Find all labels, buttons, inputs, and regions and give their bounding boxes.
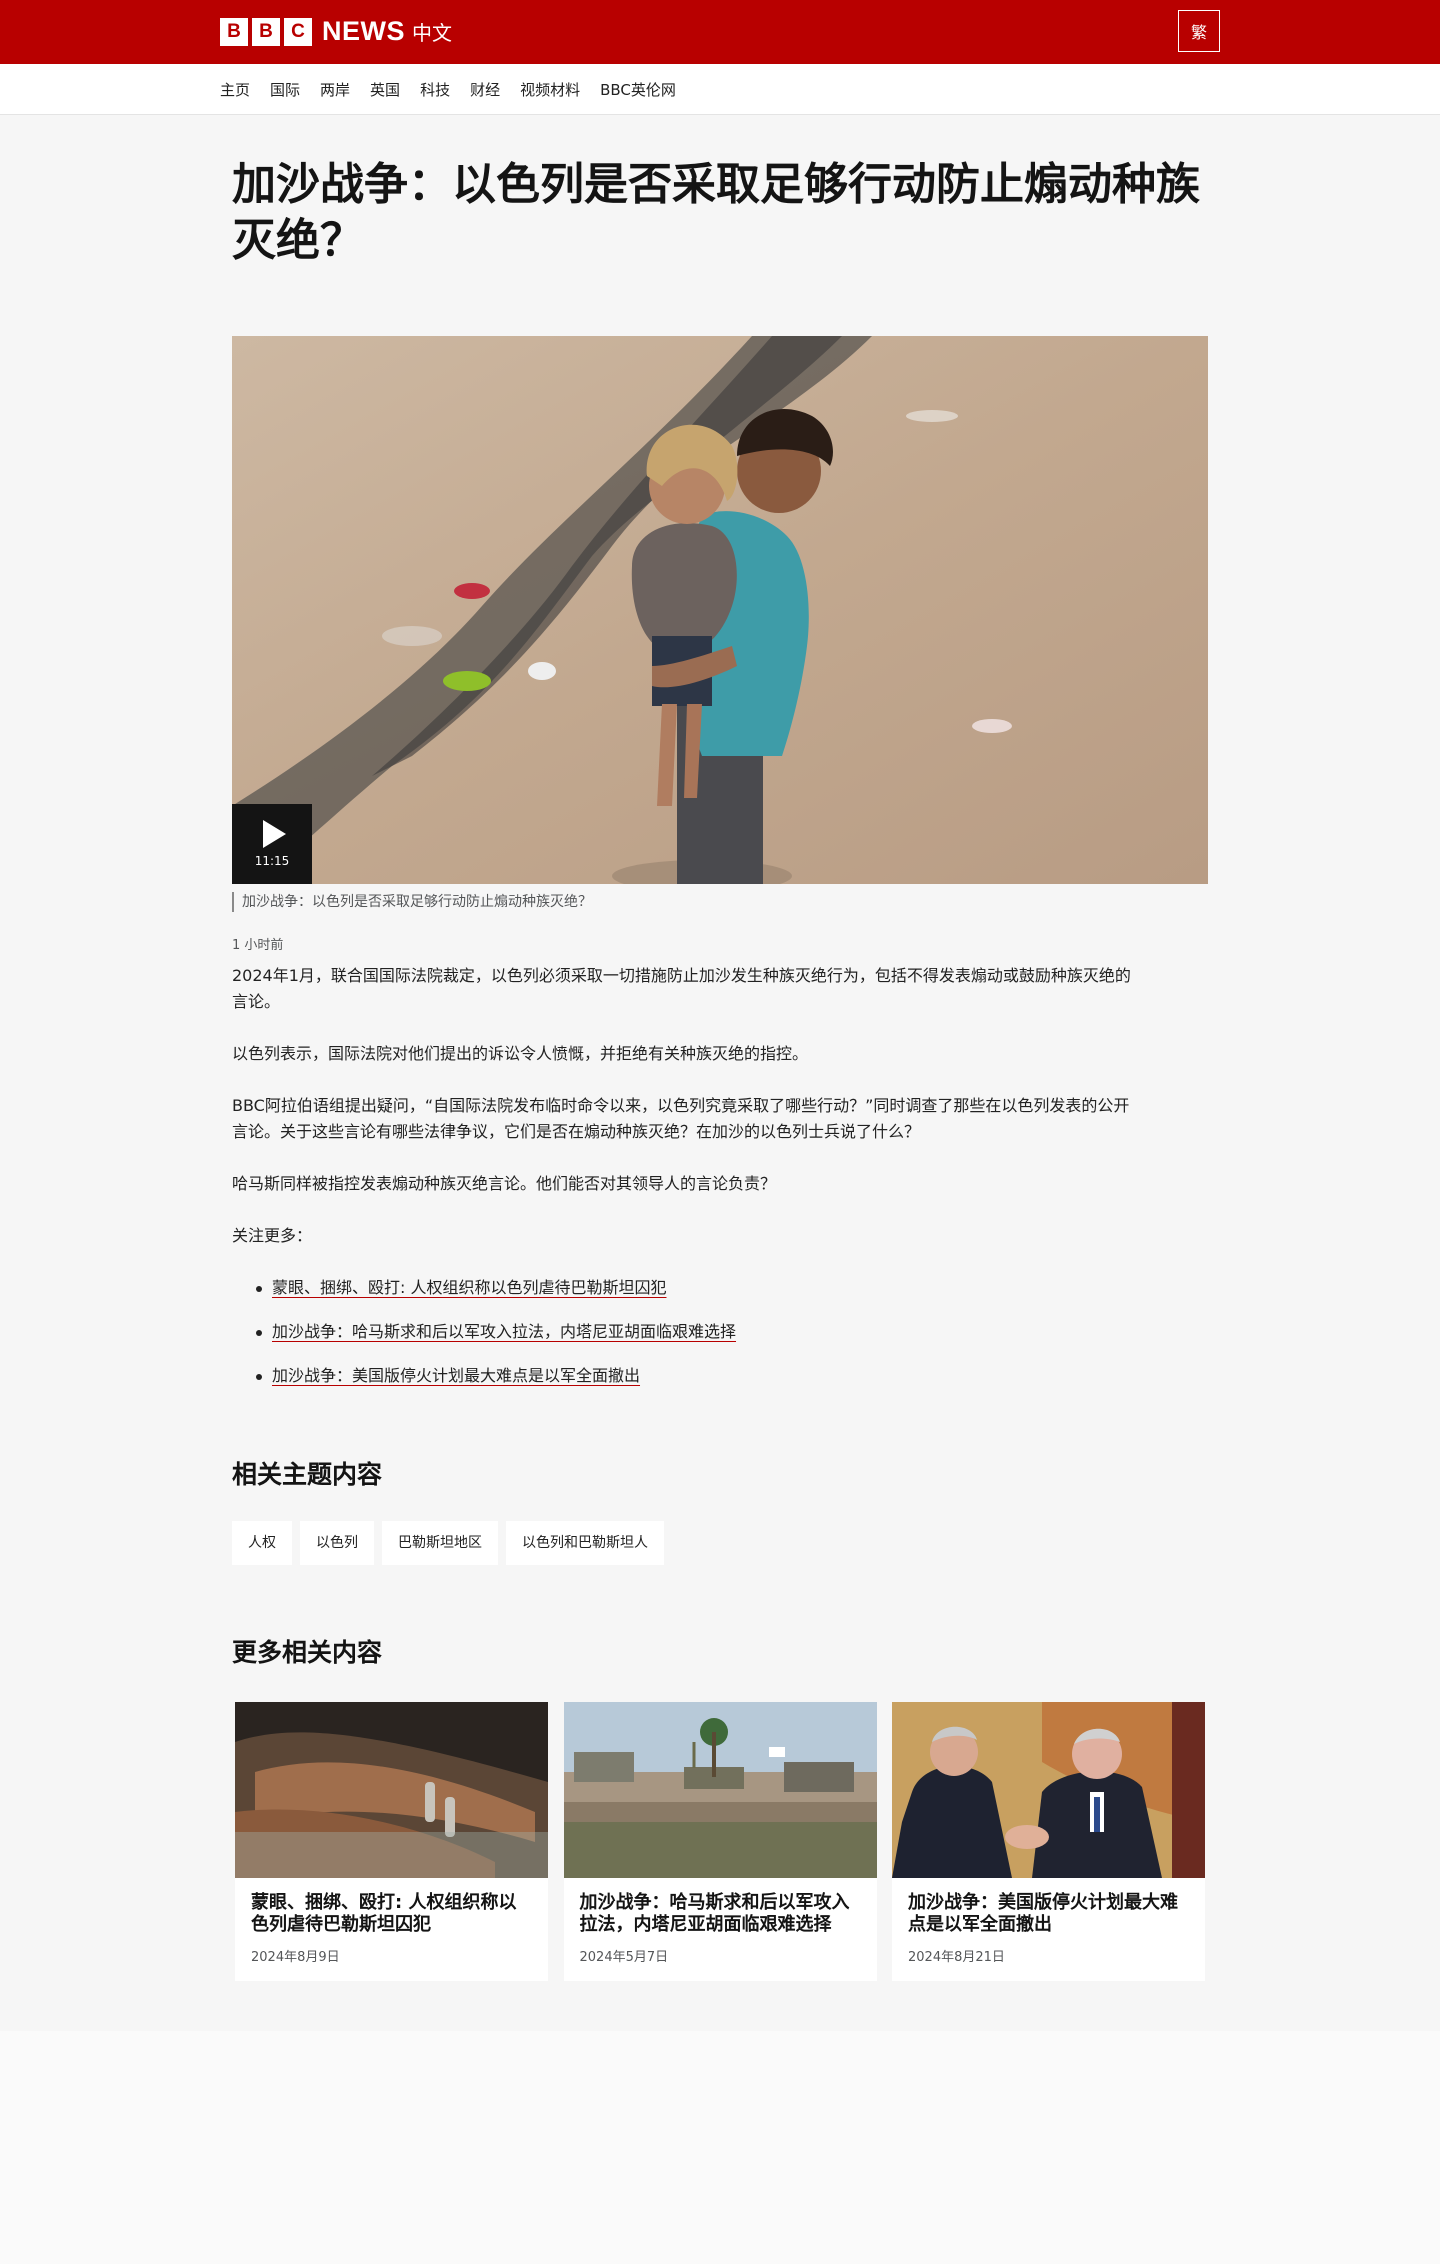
related-link[interactable]: 蒙眼、捆绑、殴打: 人权组织称以色列虐待巴勒斯坦囚犯: [272, 1278, 666, 1297]
video-thumbnail-image: [232, 336, 1208, 884]
paragraph: 2024年1月，联合国国际法院裁定，以色列必须采取一切措施防止加沙发生种族灭绝行…: [232, 966, 1131, 1011]
story-card[interactable]: 加沙战争：美国版停火计划最大难点是以军全面撤出 2024年8月21日: [892, 1702, 1205, 1981]
story-date: 2024年8月21日: [908, 1950, 1005, 1965]
main-navigation: 主页 国际 两岸 英国 科技 财经 视频材料 BBC英伦网: [0, 64, 1440, 115]
nav-item-uk[interactable]: 英国: [370, 79, 400, 100]
play-button[interactable]: 11:15: [232, 804, 312, 884]
logo-block-b2: B: [252, 17, 280, 46]
nav-item-tech[interactable]: 科技: [420, 79, 450, 100]
video-player[interactable]: 11:15: [232, 336, 1208, 884]
top-header: B B C NEWS 中文 繁: [0, 0, 1440, 64]
story-date: 2024年5月7日: [579, 1950, 669, 1965]
story-title: 蒙眼、捆绑、殴打: 人权组织称以色列虐待巴勒斯坦囚犯: [251, 1892, 517, 1935]
story-thumbnail: [235, 1702, 548, 1878]
paragraph: 哈马斯同样被指控发表煽动种族灭绝言论。他们能否对其领导人的言论负责？: [232, 1174, 777, 1193]
story-thumbnail: [563, 1702, 877, 1878]
article-body: 2024年1月，联合国国际法院裁定，以色列必须采取一切措施防止加沙发生种族灭绝行…: [232, 963, 1208, 1249]
nav-item-cross-strait[interactable]: 两岸: [320, 79, 350, 100]
list-item: 蒙眼、捆绑、殴打: 人权组织称以色列虐待巴勒斯坦囚犯: [232, 1275, 1208, 1301]
paragraph: 以色列表示，国际法院对他们提出的诉讼令人愤慨，并拒绝有关种族灭绝的指控。: [232, 1044, 809, 1063]
logo-news-text: NEWS: [322, 16, 405, 46]
topic-tag[interactable]: 人权: [232, 1521, 292, 1565]
nav-item-home[interactable]: 主页: [220, 79, 250, 100]
more-content-heading: 更多相关内容: [232, 1638, 383, 1667]
story-card[interactable]: 蒙眼、捆绑、殴打: 人权组织称以色列虐待巴勒斯坦囚犯 2024年8月9日: [235, 1702, 548, 1981]
logo-block-c: C: [284, 17, 312, 46]
traditional-chinese-toggle-button[interactable]: 繁: [1178, 10, 1220, 52]
video-duration: 11:15: [254, 854, 290, 868]
story-thumbnail: [892, 1702, 1205, 1878]
list-item: 加沙战争：美国版停火计划最大难点是以军全面撤出: [232, 1363, 1208, 1389]
page-main: B B C NEWS 中文 繁 主页 国际 两岸 英国 科技 财经 视频材料 B…: [0, 0, 1440, 2031]
play-icon: [262, 820, 286, 848]
bbc-news-logo[interactable]: B B C NEWS 中文: [220, 16, 452, 47]
paragraph: BBC阿拉伯语组提出疑问，“自国际法院发布临时命令以来，以色列究竟采取了哪些行动…: [232, 1096, 1130, 1141]
related-stories: 蒙眼、捆绑、殴打: 人权组织称以色列虐待巴勒斯坦囚犯 2024年8月9日 加沙战…: [232, 1702, 1208, 1981]
story-card[interactable]: 加沙战争：哈马斯求和后以军攻入拉法，内塔尼亚胡面临艰难选择 2024年5月7日: [563, 1702, 877, 1981]
related-topics-heading: 相关主题内容: [232, 1460, 383, 1489]
paragraph: 关注更多：: [232, 1226, 313, 1245]
logo-language-text: 中文: [412, 21, 452, 45]
article: 加沙战争：以色列是否采取足够行动防止煽动种族灭绝？ 11:15 加沙战争：以色列…: [232, 115, 1208, 1981]
article-timestamp: 1 小时前: [232, 938, 284, 953]
story-date: 2024年8月9日: [251, 1950, 340, 1965]
list-item: 加沙战争：哈马斯求和后以军攻入拉法，内塔尼亚胡面临艰难选择: [232, 1319, 1208, 1345]
story-title: 加沙战争：哈马斯求和后以军攻入拉法，内塔尼亚胡面临艰难选择: [579, 1892, 850, 1935]
logo-block-b1: B: [220, 17, 248, 46]
topic-tag[interactable]: 以色列和巴勒斯坦人: [506, 1521, 664, 1565]
related-link[interactable]: 加沙战争：哈马斯求和后以军攻入拉法，内塔尼亚胡面临艰难选择: [272, 1322, 736, 1341]
video-caption: 加沙战争：以色列是否采取足够行动防止煽动种族灭绝？: [232, 892, 1208, 912]
nav-item-bbc-uk-chinese[interactable]: BBC英伦网: [600, 79, 676, 100]
nav-item-international[interactable]: 国际: [270, 79, 300, 100]
topic-tags: 人权 以色列 巴勒斯坦地区 以色列和巴勒斯坦人: [232, 1521, 1208, 1565]
related-link[interactable]: 加沙战争：美国版停火计划最大难点是以军全面撤出: [272, 1366, 640, 1385]
article-headline: 加沙战争：以色列是否采取足够行动防止煽动种族灭绝？: [232, 159, 1200, 266]
topic-tag[interactable]: 巴勒斯坦地区: [382, 1521, 498, 1565]
related-links-list: 蒙眼、捆绑、殴打: 人权组织称以色列虐待巴勒斯坦囚犯 加沙战争：哈马斯求和后以军…: [232, 1275, 1208, 1389]
story-title: 加沙战争：美国版停火计划最大难点是以军全面撤出: [908, 1892, 1178, 1935]
nav-item-finance[interactable]: 财经: [470, 79, 500, 100]
nav-item-video[interactable]: 视频材料: [520, 79, 580, 100]
topic-tag[interactable]: 以色列: [300, 1521, 374, 1565]
